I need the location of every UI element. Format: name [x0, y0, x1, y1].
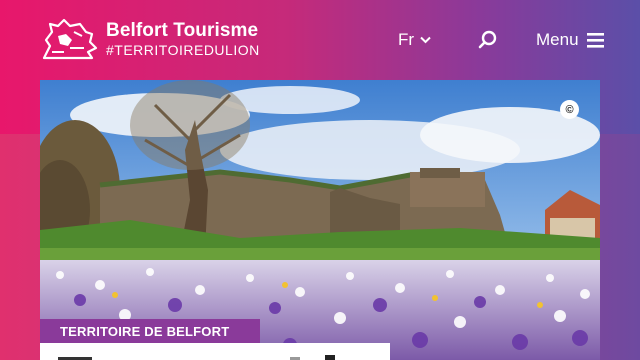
territory-badge: TERRITOIRE DE BELFORT	[40, 319, 260, 343]
language-label: Fr	[398, 30, 415, 49]
citadel-photo	[40, 80, 600, 360]
search-icon	[478, 30, 497, 49]
hero-image	[40, 80, 600, 360]
brand-logo-link[interactable]: Belfort Tourisme #TERRITOIREDULION	[40, 18, 260, 60]
brand-name: Belfort Tourisme	[106, 20, 259, 41]
content-card	[40, 343, 390, 360]
chevron-down-icon	[420, 36, 431, 44]
hamburger-icon	[586, 32, 604, 48]
brand-text: Belfort Tourisme #TERRITOIREDULION	[106, 21, 260, 57]
language-selector[interactable]: Fr	[398, 30, 431, 50]
card-element	[325, 355, 335, 360]
search-button[interactable]	[478, 30, 498, 50]
menu-label: Menu	[536, 30, 579, 49]
brand-tagline: #TERRITOIREDULION	[106, 42, 260, 58]
lion-logo-icon	[42, 18, 98, 60]
menu-button[interactable]: Menu	[536, 30, 604, 50]
copyright-button[interactable]: ©	[560, 100, 579, 119]
